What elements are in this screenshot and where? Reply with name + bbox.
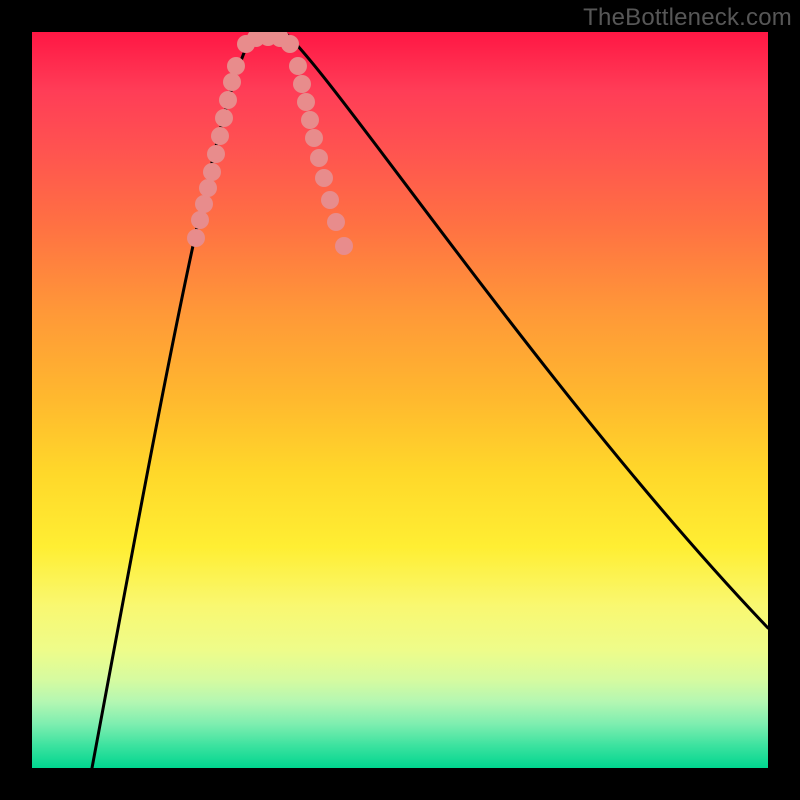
watermark-text: TheBottleneck.com bbox=[583, 4, 792, 32]
data-dot bbox=[301, 111, 319, 129]
data-dot bbox=[187, 229, 205, 247]
data-dot bbox=[335, 237, 353, 255]
data-dot bbox=[199, 179, 217, 197]
data-dots bbox=[187, 32, 353, 255]
left-curve bbox=[92, 32, 254, 768]
data-dot bbox=[321, 191, 339, 209]
data-dot bbox=[223, 73, 241, 91]
data-dot bbox=[293, 75, 311, 93]
data-dot bbox=[219, 91, 237, 109]
data-dot bbox=[203, 163, 221, 181]
data-dot bbox=[207, 145, 225, 163]
data-dot bbox=[215, 109, 233, 127]
data-dot bbox=[310, 149, 328, 167]
data-dot bbox=[281, 35, 299, 53]
data-dot bbox=[327, 213, 345, 231]
data-dot bbox=[297, 93, 315, 111]
right-curve bbox=[284, 32, 768, 628]
chart-frame: TheBottleneck.com bbox=[0, 0, 800, 800]
data-dot bbox=[305, 129, 323, 147]
data-dot bbox=[195, 195, 213, 213]
data-dot bbox=[227, 57, 245, 75]
data-dot bbox=[289, 57, 307, 75]
chart-svg bbox=[32, 32, 768, 768]
plot-area bbox=[32, 32, 768, 768]
data-dot bbox=[315, 169, 333, 187]
data-dot bbox=[191, 211, 209, 229]
data-dot bbox=[211, 127, 229, 145]
